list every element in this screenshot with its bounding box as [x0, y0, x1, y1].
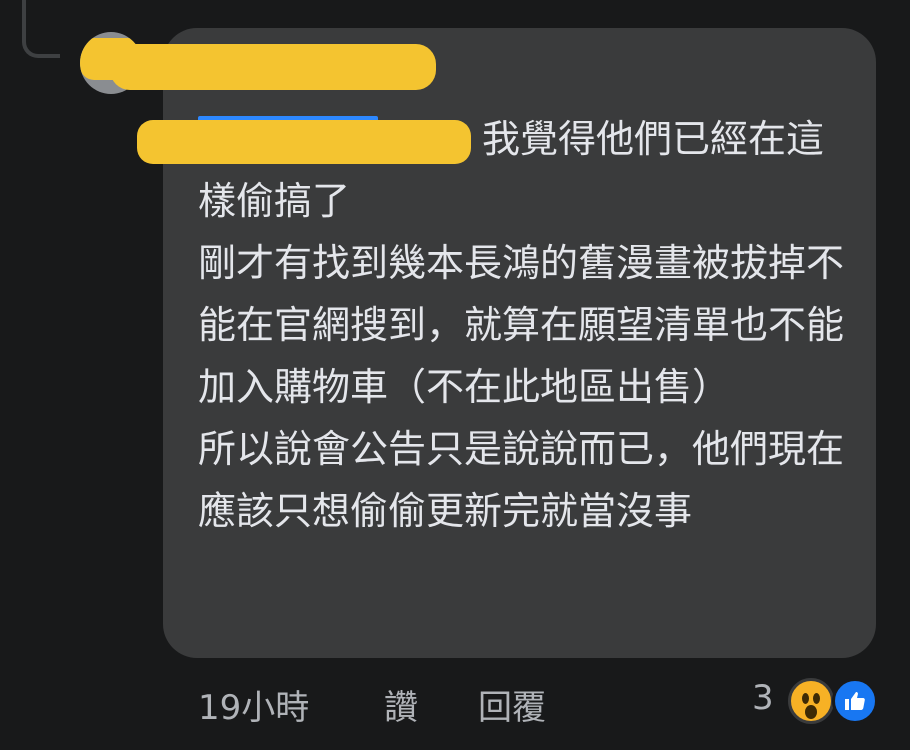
author-name-redaction — [110, 44, 436, 90]
reaction-count: 3 — [752, 678, 774, 718]
comment-timestamp[interactable]: 19小時 — [198, 686, 309, 730]
like-button[interactable]: 讚 — [384, 686, 418, 730]
comment-text: 我覺得他們已經在這樣偷搞了 剛才有找到幾本長鴻的舊漫畫被拔掉不能在官網搜到，就算… — [198, 108, 848, 542]
wow-icon — [788, 678, 834, 724]
like-icon — [832, 678, 878, 724]
reply-thread-connector — [22, 0, 60, 58]
reply-button[interactable]: 回覆 — [478, 686, 546, 730]
mention-redaction — [137, 120, 471, 164]
comment-line-2: 剛才有找到幾本長鴻的舊漫畫被拔掉不能在官網搜到，就算在願望清單也不能加入購物車（… — [198, 241, 845, 409]
comment-line-3: 所以說會公告只是說說而已，他們現在應該只想偷偷更新完就當沒事 — [198, 427, 845, 533]
